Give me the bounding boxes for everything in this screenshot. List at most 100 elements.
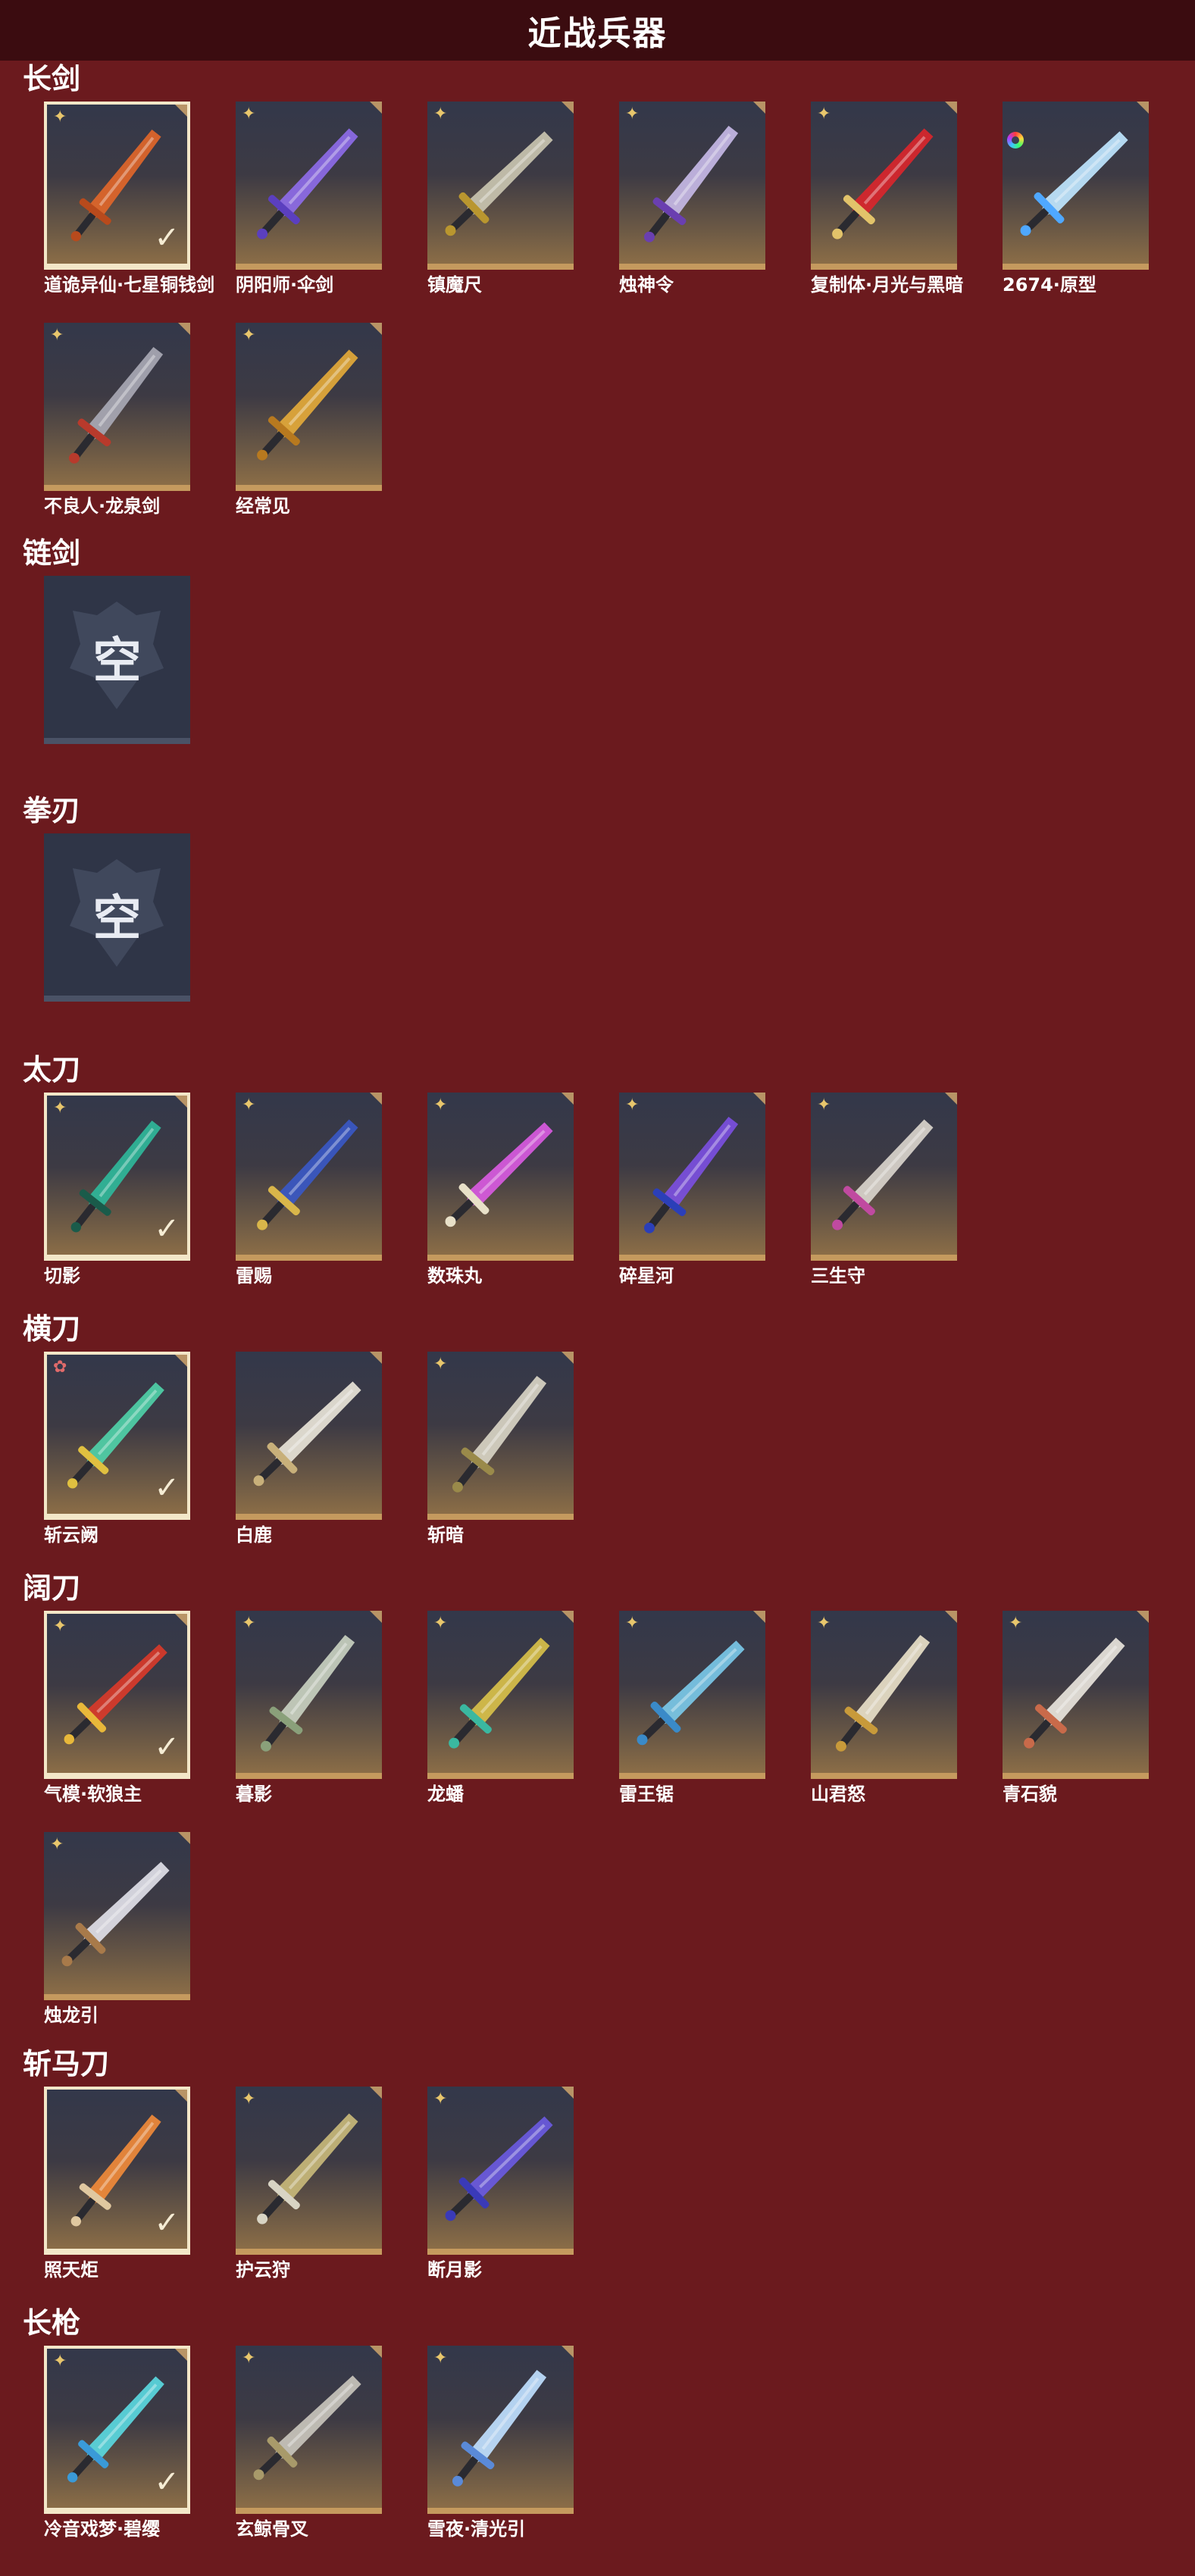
rarity-star-icon: ✦ (1009, 1614, 1023, 1633)
weapon-name: 照天炬 (44, 2259, 99, 2281)
weapon-grid: 空 (44, 833, 1181, 1008)
rarity-star-icon: ✦ (53, 1617, 67, 1636)
weapon-card[interactable]: 2674·原型 (1003, 102, 1149, 295)
weapon-card[interactable]: ✦ 斩暗 (427, 1352, 574, 1546)
weapon-grid: ✦ ✓ 道诡异仙·七星铜钱剑 ✦ 阴阳师·伞剑 ✦ 镇魔尺 ✦ 烛神令 ✦ 复制体·月光与黑暗 267… (44, 102, 1181, 517)
empty-weapon-slot[interactable]: 空 (44, 576, 190, 750)
weapon-card[interactable]: ✦ ✓ 冷音戏梦·碧缨 (44, 2346, 190, 2540)
corner-tab-icon (175, 1096, 187, 1108)
weapon-name: 龙蟠 (427, 1784, 464, 1805)
weapon-name: 玄鲸骨叉 (236, 2518, 308, 2540)
rarity-star-icon: ✦ (625, 105, 640, 123)
rarity-star-icon: ✦ (53, 108, 67, 127)
weapon-card[interactable]: ✦ 龙蟠 (427, 1611, 574, 1805)
corner-tab-icon (175, 1355, 187, 1367)
weapon-thumbnail (1003, 102, 1149, 270)
weapon-image (1020, 131, 1128, 236)
weapon-image (257, 349, 358, 461)
corner-tab-icon (370, 1093, 382, 1105)
rarity-star-icon: ✦ (433, 1614, 448, 1633)
weapon-card[interactable]: ✦ 碎星河 (619, 1093, 765, 1286)
weapon-card[interactable]: ✦ 三生守 (811, 1093, 957, 1286)
weapon-card[interactable]: ✦ 断月影 (427, 2087, 574, 2281)
weapon-thumbnail: ✦ (236, 323, 382, 491)
weapon-card[interactable]: ✦ 雪夜·清光引 (427, 2346, 574, 2540)
weapon-thumbnail: ✦ (427, 2346, 574, 2514)
weapon-card[interactable]: ✦ 烛龙引 (44, 1832, 190, 2026)
corner-tab-icon (178, 1832, 190, 1844)
corner-tab-icon (945, 1093, 957, 1105)
weapon-card[interactable]: ✦ 经常见 (236, 323, 382, 517)
corner-tab-icon (562, 2346, 574, 2358)
corner-tab-icon (753, 1093, 765, 1105)
weapon-card[interactable]: ✦ 玄鲸骨叉 (236, 2346, 382, 2540)
weapon-thumbnail: ✦ (619, 102, 765, 270)
weapon-thumbnail: ✦ (427, 2087, 574, 2255)
corner-tab-icon (370, 2346, 382, 2358)
weapon-image (253, 1381, 361, 1487)
weapon-thumbnail: ✦ (1003, 1611, 1149, 1779)
rarity-star-icon: ✦ (817, 1614, 831, 1633)
page-header: 近战兵器 (0, 0, 1195, 61)
weapon-card[interactable]: ✦ 不良人·龙泉剑 (44, 323, 190, 517)
empty-weapon-slot[interactable]: 空 (44, 833, 190, 1008)
weapon-name: 斩云阙 (44, 1524, 99, 1546)
rarity-star-icon: ✦ (625, 1614, 640, 1633)
corner-tab-icon (945, 102, 957, 114)
weapon-card[interactable]: ✦ ✓ 道诡异仙·七星铜钱剑 (44, 102, 214, 295)
weapon-name: 山君怒 (811, 1784, 865, 1805)
weapon-image (835, 1634, 931, 1752)
weapon-card[interactable]: ✦ 阴阳师·伞剑 (236, 102, 382, 295)
rarity-star-icon: ✦ (433, 105, 448, 123)
empty-slot-emblem: 空 (44, 833, 190, 996)
rarity-star-icon: ✦ (242, 1096, 256, 1114)
category-title: 太刀 (23, 1053, 81, 1086)
corner-tab-icon (562, 102, 574, 114)
equipped-check-icon: ✓ (154, 2206, 180, 2240)
weapon-name: 碎星河 (619, 1265, 674, 1286)
weapon-card[interactable]: ✦ 青石貌 (1003, 1611, 1149, 1805)
rarity-star-icon: ✦ (433, 2349, 448, 2368)
weapon-card[interactable]: ✓ 照天炬 (44, 2087, 190, 2281)
category-title: 斩马刀 (23, 2047, 110, 2080)
weapon-name: 雪夜·清光引 (427, 2518, 526, 2540)
weapon-name: 三生守 (811, 1265, 865, 1286)
weapon-image (257, 128, 358, 239)
corner-tab-icon (175, 2349, 187, 2361)
weapon-card[interactable]: ✦ 暮影 (236, 1611, 382, 1805)
weapon-card[interactable]: ✦ 复制体·月光与黑暗 (811, 102, 963, 295)
rarity-star-icon: ✦ (433, 1096, 448, 1114)
page-title: 近战兵器 (527, 14, 668, 53)
rarity-star-icon: ✦ (242, 105, 256, 123)
weapon-card[interactable]: ✦ 雷赐 (236, 1093, 382, 1286)
weapon-card[interactable]: ✿ ✓ 斩云阙 (44, 1352, 190, 1546)
weapon-thumbnail: ✦ (236, 1611, 382, 1779)
corner-tab-icon (753, 1611, 765, 1623)
weapon-card[interactable]: ✦ ✓ 切影 (44, 1093, 190, 1286)
corner-tab-icon (370, 2087, 382, 2099)
weapon-card[interactable]: ✦ 山君怒 (811, 1611, 957, 1805)
weapon-thumbnail: ✦ (427, 102, 574, 270)
weapon-card[interactable]: ✦ 雷王锯 (619, 1611, 765, 1805)
weapon-name: 阴阳师·伞剑 (236, 274, 334, 295)
weapon-card[interactable]: 白鹿 (236, 1352, 382, 1546)
empty-slot-emblem: 空 (44, 576, 190, 738)
weapon-thumbnail: ✦ (236, 1093, 382, 1261)
weapon-card[interactable]: ✦ 护云狩 (236, 2087, 382, 2281)
corner-tab-icon (175, 1614, 187, 1626)
rarity-star-icon: ✦ (817, 105, 831, 123)
rarity-flower-icon: ✿ (53, 1358, 67, 1377)
weapon-card[interactable]: ✦ ✓ 气模·软狼主 (44, 1611, 190, 1805)
weapon-card[interactable]: ✦ 数珠丸 (427, 1093, 574, 1286)
weapon-image (257, 1119, 358, 1230)
weapon-thumbnail: ✦ (236, 102, 382, 270)
weapon-image (257, 2113, 358, 2224)
weapon-grid: ✦ ✓ 冷音戏梦·碧缨 ✦ 玄鲸骨叉 ✦ 雪夜·清光引 (44, 2346, 1181, 2540)
weapon-card[interactable]: ✦ 烛神令 (619, 102, 765, 295)
weapon-thumbnail: ✦ (236, 2346, 382, 2514)
weapon-image (445, 1122, 553, 1227)
weapon-thumbnail: ✦ ✓ (44, 102, 190, 270)
weapon-thumbnail: ✦ ✓ (44, 1611, 190, 1779)
weapon-card[interactable]: ✦ 镇魔尺 (427, 102, 574, 295)
weapon-image (260, 1634, 355, 1752)
